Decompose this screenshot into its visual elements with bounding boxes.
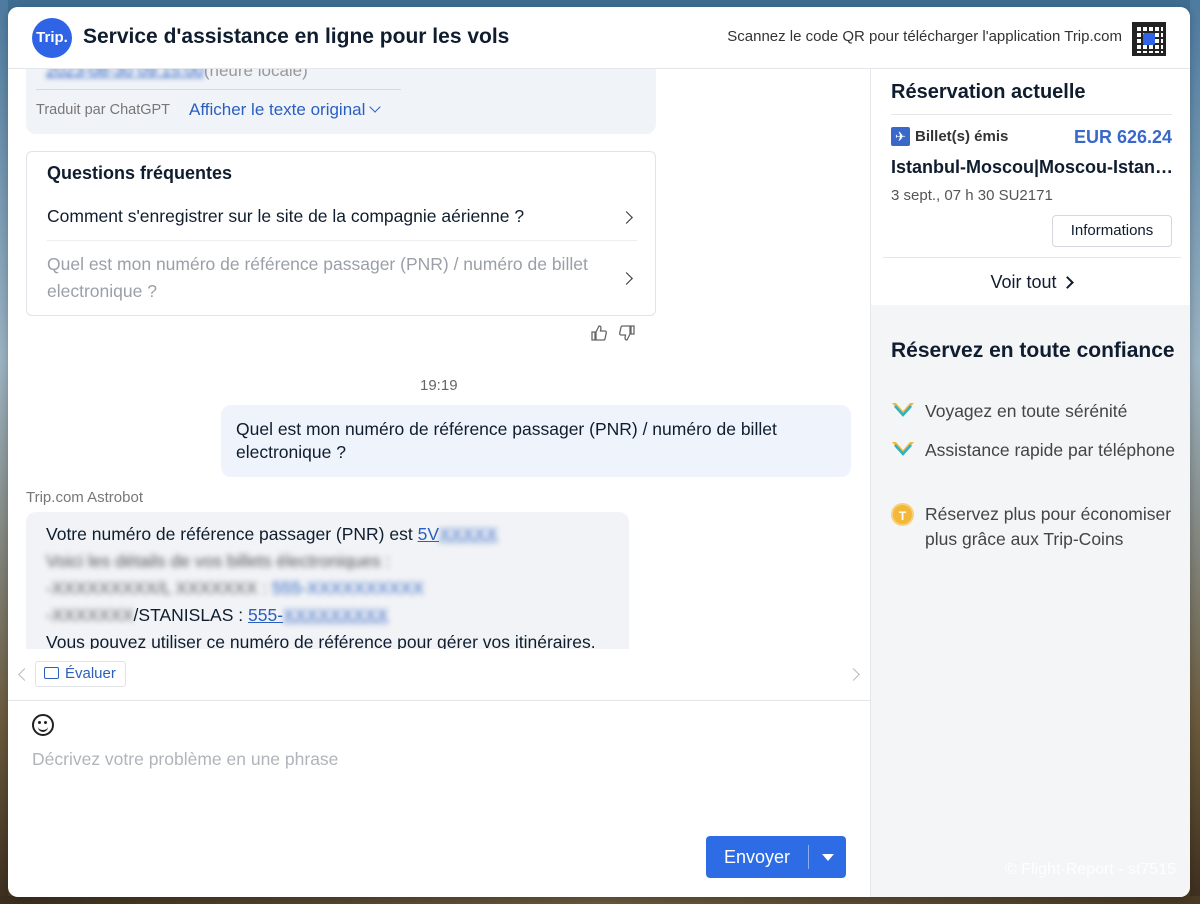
send-button-group: Envoyer xyxy=(706,836,846,878)
sidebar: Réservation actuelle ✈ Billet(s) émis EU… xyxy=(870,69,1190,897)
thumbs-up-icon[interactable] xyxy=(590,324,608,347)
passenger-name-hidden: -XXXXXXX xyxy=(46,605,134,625)
rate-button[interactable]: Évaluer xyxy=(35,661,126,687)
trust-item-label: Voyagez en toute sérénité xyxy=(925,401,1128,421)
chevron-right-icon xyxy=(620,211,633,224)
send-button[interactable]: Envoyer xyxy=(706,836,808,878)
pnr-link[interactable]: 5VXXXXX xyxy=(418,524,498,544)
check-shield-icon xyxy=(892,403,914,417)
pnr-line: Votre numéro de référence passager (PNR)… xyxy=(46,524,497,545)
local-time-suffix: (heure locale) xyxy=(203,69,308,80)
chat-panel[interactable]: 2023-08-30 09:15:00(heure locale) Tradui… xyxy=(8,69,870,649)
view-all-label: Voir tout xyxy=(990,272,1057,292)
show-original-label: Afficher le texte original xyxy=(189,100,366,119)
faq-item-label: Comment s'enregistrer sur le site de la … xyxy=(47,206,525,226)
previous-message-line: 2023-08-30 09:15:00(heure locale) xyxy=(46,69,308,81)
faq-item[interactable]: Comment s'enregistrer sur le site de la … xyxy=(47,203,637,230)
feedback-icon xyxy=(44,667,59,679)
ticket-number-hidden: XXXXXXXXX xyxy=(283,605,389,625)
view-all-button[interactable]: Voir tout xyxy=(871,272,1190,293)
desktop-backdrop-right xyxy=(1190,0,1200,904)
chevron-down-icon xyxy=(369,101,382,113)
bot-name: Trip.com Astrobot xyxy=(26,489,143,506)
plane-icon: ✈ xyxy=(891,127,910,146)
ticket-number-visible: 555- xyxy=(248,605,284,625)
thumbs-down-icon[interactable] xyxy=(618,324,636,347)
trust-item-label: Assistance rapide par téléphone xyxy=(925,440,1176,460)
bot-message: Votre numéro de référence passager (PNR)… xyxy=(26,512,629,649)
booking-title: Réservation actuelle xyxy=(891,81,1086,103)
flight-details: 3 sept., 07 h 30 SU2171 xyxy=(891,187,1053,204)
passenger-first-name: /STANISLAS : xyxy=(133,605,244,625)
trip-coin-icon: T xyxy=(891,503,914,526)
user-message: Quel est mon numéro de référence passage… xyxy=(221,405,851,477)
passenger-name-hidden: -XXXXXXXXX/L XXXXXXX : xyxy=(46,578,268,598)
ticket-number-link[interactable]: 555-XXXXXXXXX xyxy=(248,605,388,625)
faq-item[interactable]: Quel est mon numéro de référence passage… xyxy=(47,251,637,305)
information-button[interactable]: Informations xyxy=(1052,215,1172,247)
faq-item-label: Quel est mon numéro de référence passage… xyxy=(47,254,588,301)
header: Trip. Service d'assistance en ligne pour… xyxy=(8,7,1190,69)
support-window: Trip. Service d'assistance en ligne pour… xyxy=(8,7,1190,897)
chevron-left-icon[interactable] xyxy=(18,668,31,681)
rate-label: Évaluer xyxy=(65,665,116,682)
chevron-right-icon xyxy=(1060,276,1074,289)
usage-hint-line: Vous pouvez utiliser ce numéro de référe… xyxy=(46,632,596,649)
trust-item-label: Réservez plus pour économiser plus grâce… xyxy=(925,504,1172,549)
faq-card: Questions fréquentes Comment s'enregistr… xyxy=(26,151,656,316)
send-options-dropdown[interactable] xyxy=(809,836,846,878)
ticket-line: -XXXXXXXXX/L XXXXXXX : 555-XXXXXXXXXX xyxy=(46,578,424,599)
trust-item: T Réservez plus pour économiser plus grâ… xyxy=(891,502,1181,552)
trip-logo[interactable]: Trip. xyxy=(32,18,72,58)
ticket-line: -XXXXXXX/STANISLAS : 555-XXXXXXXXX xyxy=(46,605,388,626)
message-timestamp: 19:19 xyxy=(420,377,458,394)
faq-divider xyxy=(47,240,637,241)
rating-bar: Évaluer xyxy=(8,649,870,701)
pnr-visible: 5V xyxy=(417,524,439,544)
current-booking-card: Réservation actuelle ✈ Billet(s) émis EU… xyxy=(871,69,1190,305)
translated-by-label: Traduit par ChatGPT xyxy=(36,102,171,118)
booking-price: EUR 626.24 xyxy=(1073,127,1172,147)
bubble-divider xyxy=(36,89,401,90)
page-title: Service d'assistance en ligne pour les v… xyxy=(83,25,510,48)
trust-item: Assistance rapide par téléphone xyxy=(891,438,1181,463)
ticket-status: Billet(s) émis xyxy=(915,128,1009,145)
qr-caption: Scannez le code QR pour télécharger l'ap… xyxy=(727,28,1122,45)
chevron-right-icon xyxy=(620,272,633,285)
pnr-hidden: XXXXX xyxy=(439,524,498,544)
booking-route: Istanbul-Moscou|Moscou-Istanbul xyxy=(891,157,1176,177)
qr-code-center xyxy=(1143,33,1155,45)
faq-title: Questions fréquentes xyxy=(47,163,233,183)
view-all-divider xyxy=(883,257,1181,258)
blurred-date-link[interactable]: 2023-08-30 09:15:00 xyxy=(46,69,204,80)
ticket-number-link[interactable]: 555-XXXXXXXXXX xyxy=(272,578,424,598)
trust-title: Réservez en toute confiance xyxy=(891,339,1175,362)
check-shield-icon xyxy=(892,442,914,456)
watermark: © Flight-Report - st7515 xyxy=(1005,861,1176,878)
pnr-prefix: Votre numéro de référence passager (PNR)… xyxy=(46,524,413,544)
booking-divider xyxy=(891,114,1172,115)
desktop-backdrop-bottom xyxy=(0,896,1200,904)
show-original-button[interactable]: Afficher le texte original xyxy=(189,100,382,120)
chevron-right-icon[interactable] xyxy=(847,668,860,681)
ticket-intro-line: Voici les détails de vos billets électro… xyxy=(46,551,391,571)
emoji-icon[interactable] xyxy=(32,714,54,736)
message-input[interactable] xyxy=(32,749,832,809)
trust-item: Voyagez en toute sérénité xyxy=(891,399,1181,424)
desktop-backdrop-left xyxy=(0,0,8,904)
